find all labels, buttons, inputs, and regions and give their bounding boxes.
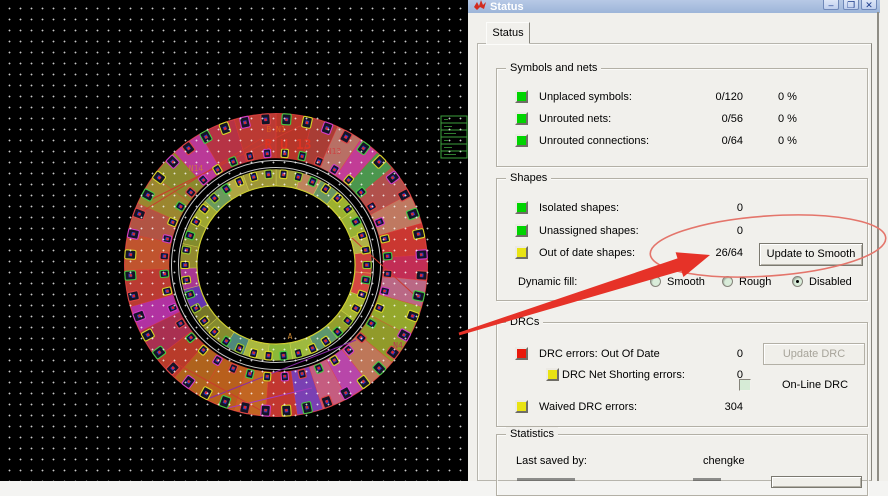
status-led [515,90,528,103]
radio-smooth[interactable] [650,276,661,287]
status-led [515,112,528,125]
dialog-title: Status [490,1,524,13]
row-value: 0/120 [715,91,743,103]
screenshot-root: { "window": { "title": "Status", "contro… [0,0,888,496]
row-value: 0 [736,348,743,360]
group-symbols-and-nets: Symbols and nets Unplaced symbols: 0/120… [496,61,868,167]
online-drc-checkbox[interactable] [739,379,751,391]
row-dynamic-fill: Dynamic fill: Smooth Rough Disabled [497,275,867,289]
radio-rough[interactable] [722,276,733,287]
row-unassigned-shapes: Unassigned shapes: 0 [497,224,867,238]
pcb-net-label: B N1 [266,125,286,134]
status-led [515,246,528,259]
row-label: Last saved by: [516,455,587,467]
group-title: Statistics [506,427,559,441]
update-drc-button[interactable]: Update DRC [763,343,865,365]
radio-disabled[interactable] [792,276,803,287]
pcb-ring-layout [124,113,468,417]
pcb-net-label: R U 13 [264,138,312,153]
row-label: Waived DRC errors: [539,401,637,413]
pcb-net-label: N4 [393,341,403,350]
close-button[interactable]: ✕ [861,0,877,10]
row-value: 0/64 [721,135,743,147]
update-to-smooth-button[interactable]: Update to Smooth [759,243,863,266]
minimize-button[interactable]: – [823,0,839,10]
group-title: DRCs [506,315,544,329]
group-title: Symbols and nets [506,61,602,75]
radio-label-rough[interactable]: Rough [739,275,771,289]
group-title: Shapes [506,171,552,185]
row-value: 26/64 [715,247,743,259]
group-shapes: Shapes Isolated shapes: 0 Unassigned sha… [496,171,868,301]
row-percent: 0 % [778,113,797,125]
pcb-net-label: N14 [188,164,204,173]
status-led [515,134,528,147]
row-unplaced-symbols: Unplaced symbols: 0/120 0 % [497,90,867,104]
row-last-saved-by: Last saved by: chengke [497,454,867,468]
status-dialog: Status – ❐ ✕ Status Symbols and nets Unp… [468,0,888,496]
row-percent: 0 % [778,135,797,147]
row-label: Unrouted nets: [539,113,612,125]
row-label: Out of date shapes: [539,247,636,259]
row-label: Unrouted connections: [539,135,650,147]
radio-label-smooth[interactable]: Smooth [667,275,705,289]
status-led [515,201,528,214]
group-drcs: DRCs DRC errors: Out Of Date 0 Update DR… [496,315,868,427]
row-isolated-shapes: Isolated shapes: 0 [497,201,867,215]
row-value: 0/56 [721,113,743,125]
row-label: Unassigned shapes: [539,225,639,237]
allegro-app-icon [474,0,486,10]
status-led [515,224,528,237]
row-value: chengke [703,455,745,467]
row-label: Isolated shapes: [539,202,620,214]
maximize-button[interactable]: ❐ [843,0,859,10]
pcb-net-label: N13 [326,147,342,156]
row-waived-drc-errors: Waived DRC errors: 304 [497,400,867,414]
group-statistics: Statistics Last saved by: chengke [496,427,868,496]
radio-label-disabled[interactable]: Disabled [809,275,852,289]
online-drc-label[interactable]: On-Line DRC [782,378,848,392]
window-right-border [877,12,879,481]
row-value: 0 [736,225,743,237]
row-unrouted-nets: Unrouted nets: 0/56 0 % [497,112,867,126]
status-led [515,347,528,360]
dynamic-fill-label: Dynamic fill: [518,276,578,288]
row-label: DRC errors: [539,348,598,360]
pcb-design-canvas[interactable]: B N1 R U 13 N13 N14 N4 A [0,0,468,481]
row-online-drc: On-Line DRC [497,378,867,392]
dialog-titlebar[interactable]: Status – ❐ ✕ [468,0,880,13]
status-led [515,400,528,413]
row-unrouted-connections: Unrouted connections: 0/64 0 % [497,134,867,148]
row-value: 304 [724,401,743,413]
row-percent: 0 % [778,91,797,103]
tab-status[interactable]: Status [486,22,530,44]
row-label: Unplaced symbols: [539,91,632,103]
row-value: 0 [736,202,743,214]
pcb-net-label: A [287,332,293,341]
clipped-button[interactable] [771,476,862,488]
